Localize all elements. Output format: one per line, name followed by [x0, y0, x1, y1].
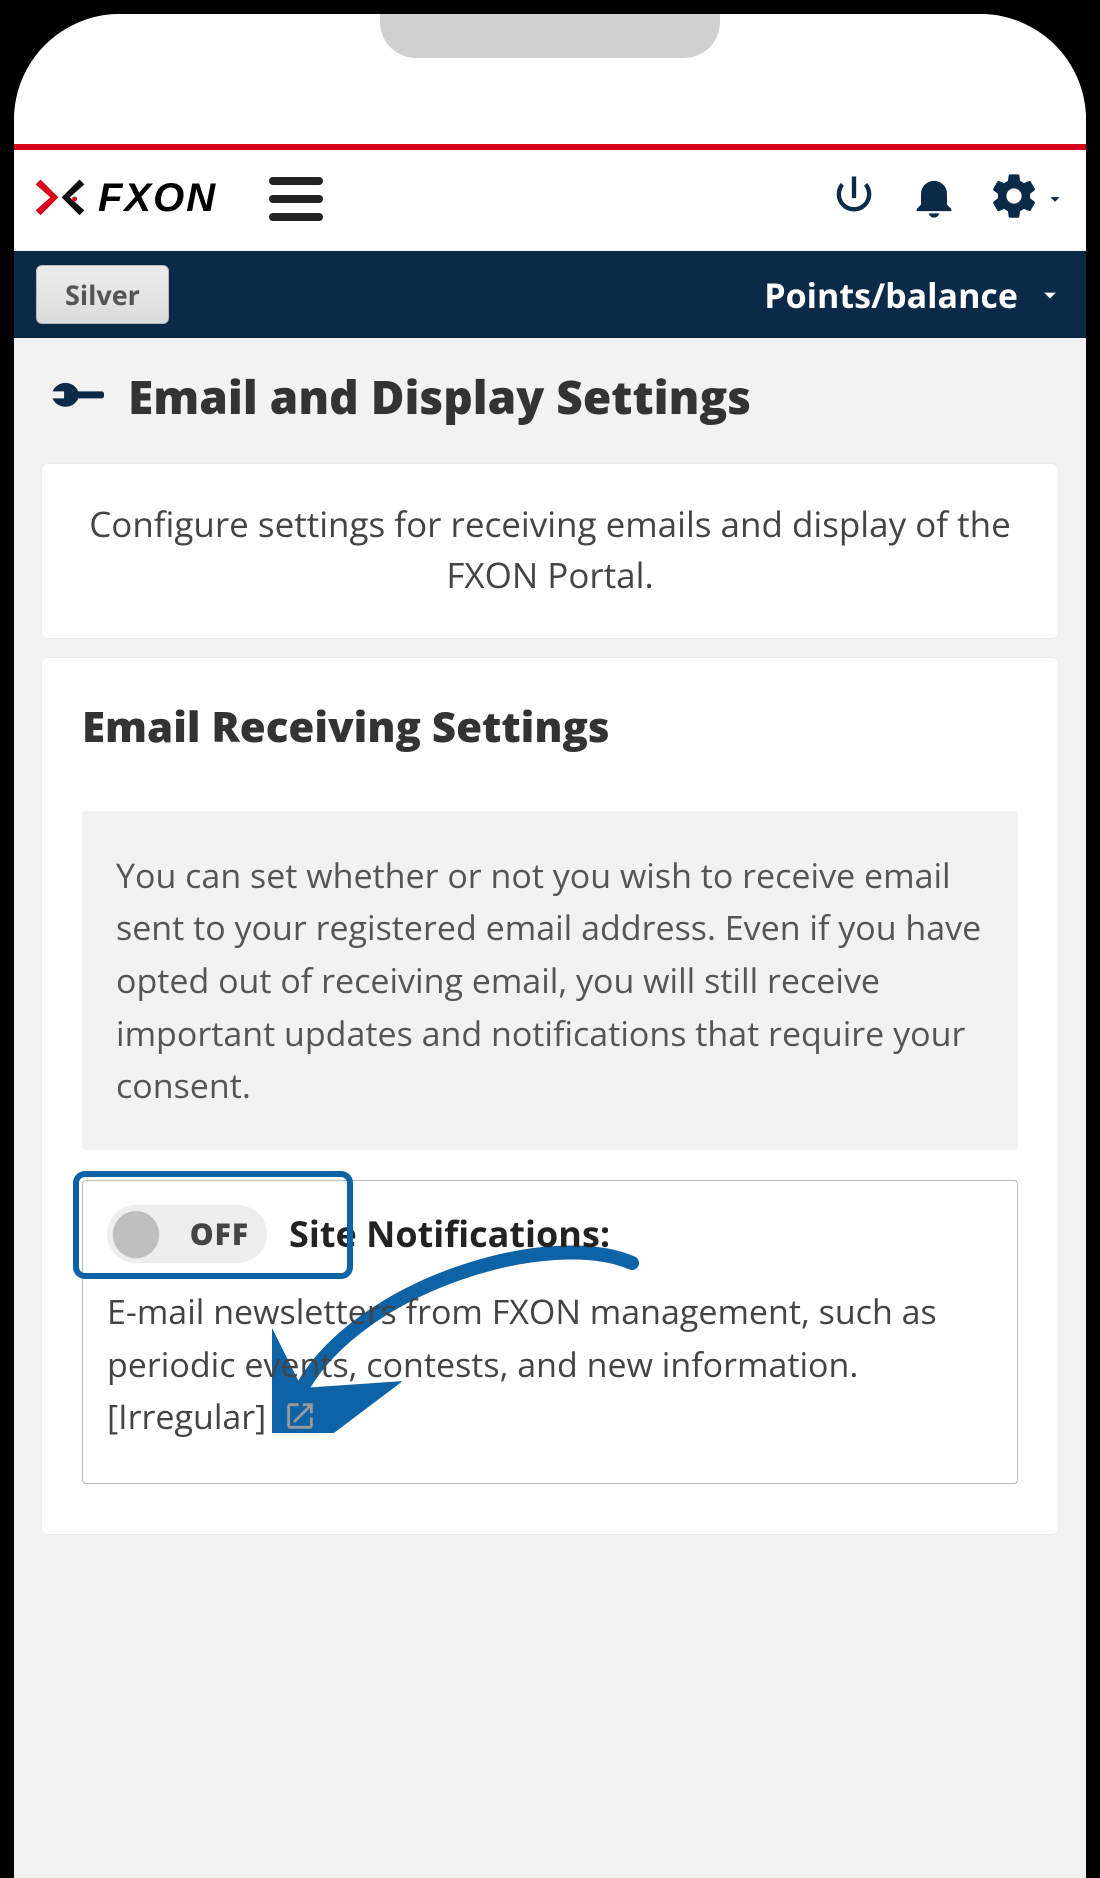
tier-badge[interactable]: Silver [36, 265, 169, 324]
device-frame: FXON [0, 0, 1100, 1878]
page-title: Email and Display Settings [128, 366, 751, 428]
points-balance-label: Points/balance [764, 272, 1018, 318]
top-left-cluster: FXON [34, 173, 323, 225]
power-icon[interactable] [828, 170, 880, 227]
brand-logo[interactable]: FXON [34, 173, 217, 225]
chevron-down-icon [1036, 281, 1064, 309]
brand-text: FXON [98, 176, 217, 221]
intro-text: Configure settings for receiving emails … [86, 500, 1014, 602]
toggle-knob [113, 1211, 159, 1257]
section-description: You can set whether or not you wish to r… [82, 811, 1018, 1150]
email-settings-card: Email Receiving Settings You can set whe… [42, 658, 1058, 1534]
intro-card: Configure settings for receiving emails … [42, 464, 1058, 638]
brand-x-icon [34, 173, 86, 225]
points-balance-dropdown[interactable]: Points/balance [764, 272, 1064, 318]
screen: FXON [14, 14, 1086, 1878]
toggle-label: Site Notifications: [289, 1209, 610, 1258]
site-notifications-row: OFF Site Notifications: E-mail newslette… [82, 1180, 1018, 1484]
toggle-description: E-mail newsletters from FXON management,… [107, 1285, 993, 1447]
top-right-cluster [828, 170, 1066, 227]
bell-icon[interactable] [908, 170, 960, 227]
site-notifications-toggle[interactable]: OFF [107, 1205, 267, 1263]
section-title: Email Receiving Settings [82, 698, 1018, 755]
main-content: Email and Display Settings Configure set… [14, 338, 1086, 1878]
toggle-head: OFF Site Notifications: [107, 1205, 993, 1263]
top-app-bar: FXON [14, 150, 1086, 251]
wrench-icon [32, 357, 111, 436]
page-title-row: Email and Display Settings [14, 338, 1086, 444]
settings-dropdown[interactable] [988, 170, 1066, 227]
sub-header: Silver Points/balance [14, 251, 1086, 338]
device-notch [380, 14, 720, 58]
external-link-icon[interactable] [283, 1394, 317, 1447]
gear-icon [988, 170, 1040, 227]
toggle-state: OFF [190, 1213, 249, 1254]
chevron-down-icon [1044, 188, 1066, 210]
toggle-description-text: E-mail newsletters from FXON management,… [107, 1288, 937, 1439]
menu-button[interactable] [269, 177, 323, 221]
